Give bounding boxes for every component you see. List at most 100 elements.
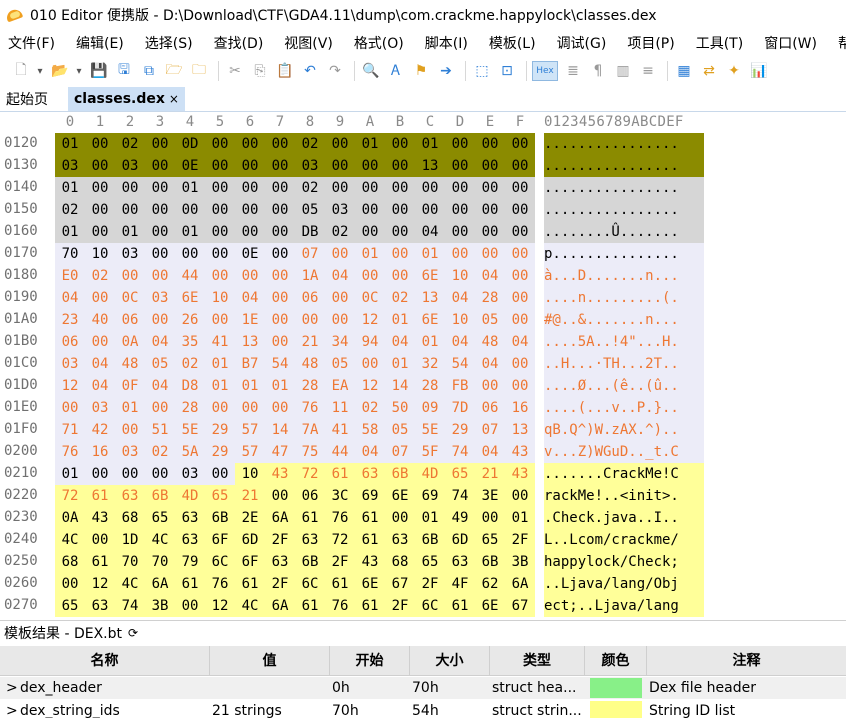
expand-chevron-icon[interactable]: > [6,700,18,718]
hex-byte-cell[interactable]: 68 [55,551,85,573]
undo-icon[interactable]: ↶ [299,60,321,82]
expand-chevron-icon[interactable]: > [6,677,18,699]
hex-byte-cell[interactable]: 74 [115,595,145,617]
menu-debug[interactable]: 调试(G) [549,33,607,53]
save-as-icon[interactable]: 🖫 [113,60,135,82]
hex-byte-cell[interactable]: 00 [235,221,265,243]
hex-byte-cell[interactable]: 03 [145,287,175,309]
hex-byte-cell[interactable]: 05 [325,353,355,375]
hex-byte-cell[interactable]: 00 [445,243,475,265]
open-dropdown-chevron-icon[interactable]: ▾ [74,60,84,82]
hex-byte-cell[interactable]: 43 [355,551,385,573]
ascii-row-text[interactable]: ..Ljava/lang/Obj [544,573,704,595]
hex-byte-cell[interactable]: 00 [385,199,415,221]
hex-byte-cell[interactable]: 12 [355,309,385,331]
hex-byte-cell[interactable]: 65 [145,507,175,529]
goto-icon[interactable]: ➔ [435,60,457,82]
col-header-color[interactable]: 颜色 [585,646,647,676]
hex-byte-cell[interactable]: 01 [415,507,445,529]
save-icon[interactable]: 💾 [88,60,110,82]
col-header-size[interactable]: 大小 [410,646,490,676]
cut-icon[interactable]: ✂ [224,60,246,82]
hex-byte-cell[interactable]: 03 [115,243,145,265]
menu-help[interactable]: 帮助(H) [830,33,846,53]
hex-byte-cell[interactable]: 00 [115,199,145,221]
hex-byte-cell[interactable]: 01 [505,507,535,529]
menu-scripts[interactable]: 脚本(I) [417,33,468,53]
hex-byte-cell[interactable]: 13 [415,287,445,309]
hex-byte-cell[interactable]: 01 [115,397,145,419]
hex-byte-cell[interactable]: 6B [205,507,235,529]
hex-byte-cell[interactable]: 01 [175,221,205,243]
hex-byte-cell[interactable]: 21 [475,463,505,485]
hex-byte-cell[interactable]: 6A [265,595,295,617]
hex-byte-cell[interactable]: 00 [265,485,295,507]
hex-byte-cell[interactable]: 65 [475,529,505,551]
hex-byte-cell[interactable]: 4D [175,485,205,507]
hex-byte-cell[interactable]: 00 [445,155,475,177]
hex-byte-cell[interactable]: 13 [235,331,265,353]
hex-byte-cell[interactable]: 6C [415,595,445,617]
template-row-dex-header[interactable]: > dex_header 0h 70h struct hea... Dex fi… [0,677,846,699]
hex-byte-cell[interactable]: 00 [205,177,235,199]
ascii-row-text[interactable]: ................ [544,199,704,221]
hex-byte-cell[interactable]: 61 [355,507,385,529]
word-wrap-icon[interactable]: ≡ [637,60,659,82]
hex-byte-cell[interactable]: 72 [295,463,325,485]
hex-byte-cell[interactable]: 00 [175,595,205,617]
hex-byte-cell[interactable]: 00 [325,177,355,199]
hex-byte-cell[interactable]: 10 [85,243,115,265]
ascii-row-text[interactable]: v...Z)WGuD.._t.C [544,441,704,463]
hex-byte-cell[interactable]: 6E [415,309,445,331]
hex-byte-cell[interactable]: 00 [235,133,265,155]
hex-byte-cell[interactable]: 71 [55,419,85,441]
hex-byte-cell[interactable]: 70 [115,551,145,573]
hex-row[interactable]: 0240 4C 00 1D 4C 63 6F 6D 2F 63 72 61 63 6B 6D 65 2F L..L… [0,529,846,551]
hex-byte-cell[interactable]: 63 [175,507,205,529]
hex-byte-cell[interactable]: 00 [355,155,385,177]
hex-byte-cell[interactable]: 6D [445,529,475,551]
hex-byte-cell[interactable]: 03 [55,353,85,375]
hex-byte-cell[interactable]: 76 [295,397,325,419]
hex-byte-cell[interactable]: 00 [355,177,385,199]
menu-edit[interactable]: 编辑(E) [68,33,124,53]
hex-byte-cell[interactable]: 04 [85,353,115,375]
hex-byte-cell[interactable]: 00 [385,507,415,529]
hex-byte-cell[interactable]: 6E [175,287,205,309]
ascii-row-text[interactable]: ....(...v..P.}.. [544,397,704,419]
hex-byte-cell[interactable]: 1E [235,309,265,331]
col-header-value[interactable]: 值 [210,646,330,676]
hex-byte-cell[interactable]: 00 [505,177,535,199]
hex-byte-cell[interactable]: 01 [175,177,205,199]
hex-byte-cell[interactable]: 74 [445,485,475,507]
calculator-icon[interactable]: ▦ [673,60,695,82]
hex-byte-cell[interactable]: 65 [55,595,85,617]
hex-byte-cell[interactable]: 05 [475,309,505,331]
hex-byte-cell[interactable]: 12 [55,375,85,397]
hex-byte-cell[interactable]: 61 [295,595,325,617]
hex-byte-cell[interactable]: 6B [295,551,325,573]
hex-byte-cell[interactable]: 00 [445,199,475,221]
hex-byte-cell[interactable]: 00 [475,221,505,243]
hex-byte-cell[interactable]: 00 [235,199,265,221]
hex-byte-cell[interactable]: 05 [385,419,415,441]
hex-byte-cell[interactable]: 29 [205,419,235,441]
hex-editor-view[interactable]: 0123456789ABCDEF 0123456789ABCDEF 0120 01… [0,113,846,618]
hex-byte-cell[interactable]: 00 [205,199,235,221]
hex-byte-cell[interactable]: 00 [385,155,415,177]
hex-byte-cell[interactable]: 01 [55,463,85,485]
hex-byte-cell[interactable]: 6E [475,595,505,617]
recent-projects-icon[interactable]: 🗀 [188,60,210,82]
hex-byte-cell[interactable]: 00 [505,375,535,397]
hex-byte-cell[interactable]: 00 [115,177,145,199]
hex-byte-cell[interactable]: 5E [175,419,205,441]
hex-byte-cell[interactable]: 00 [235,177,265,199]
hex-byte-cell[interactable]: 10 [205,287,235,309]
hex-byte-cell[interactable]: 28 [295,375,325,397]
hex-byte-cell[interactable]: 0A [55,507,85,529]
hex-byte-cell[interactable]: 94 [355,331,385,353]
hex-row[interactable]: 0170 70 10 03 00 00 00 0E 00 07 00 01 00 01 00 00 00 p...… [0,243,846,265]
hex-byte-cell[interactable]: 00 [445,133,475,155]
menu-tools[interactable]: 工具(T) [688,33,743,53]
menu-search[interactable]: 查找(D) [206,33,264,53]
